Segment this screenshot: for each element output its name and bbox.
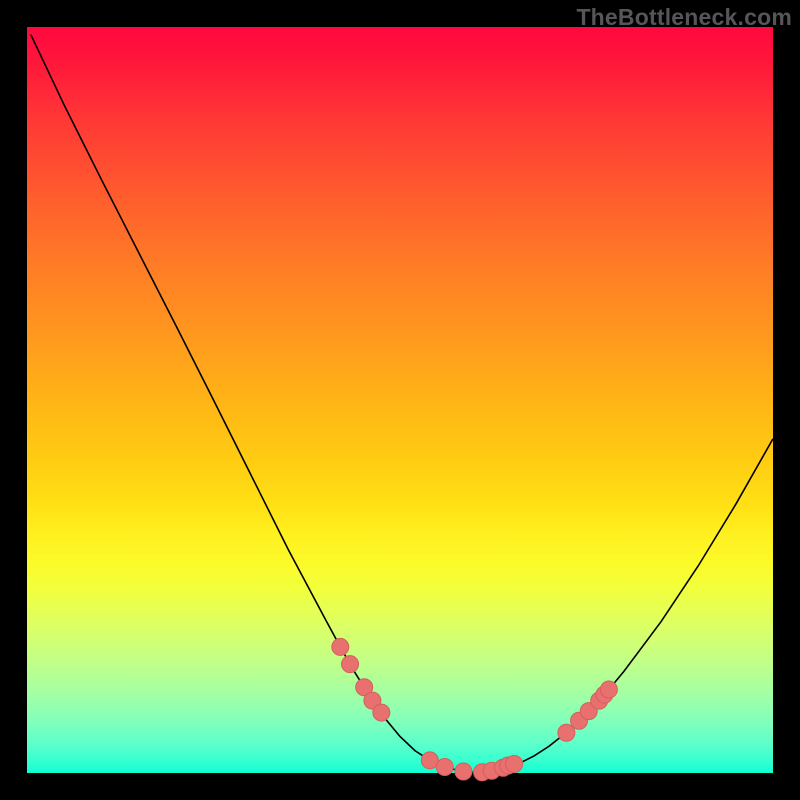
marker-dot	[421, 752, 438, 769]
marker-dot	[436, 759, 453, 776]
marker-dot	[332, 638, 349, 655]
marker-dot	[600, 681, 617, 698]
marker-dot	[342, 656, 359, 673]
chart-container: TheBottleneck.com	[0, 0, 800, 800]
marker-dot	[455, 763, 472, 780]
marker-dot	[506, 756, 523, 773]
marker-dot	[558, 724, 575, 741]
bottleneck-curve	[31, 34, 773, 772]
highlight-dots	[332, 638, 618, 780]
watermark-text: TheBottleneck.com	[576, 4, 792, 31]
chart-overlay	[27, 27, 773, 773]
marker-dot	[373, 704, 390, 721]
